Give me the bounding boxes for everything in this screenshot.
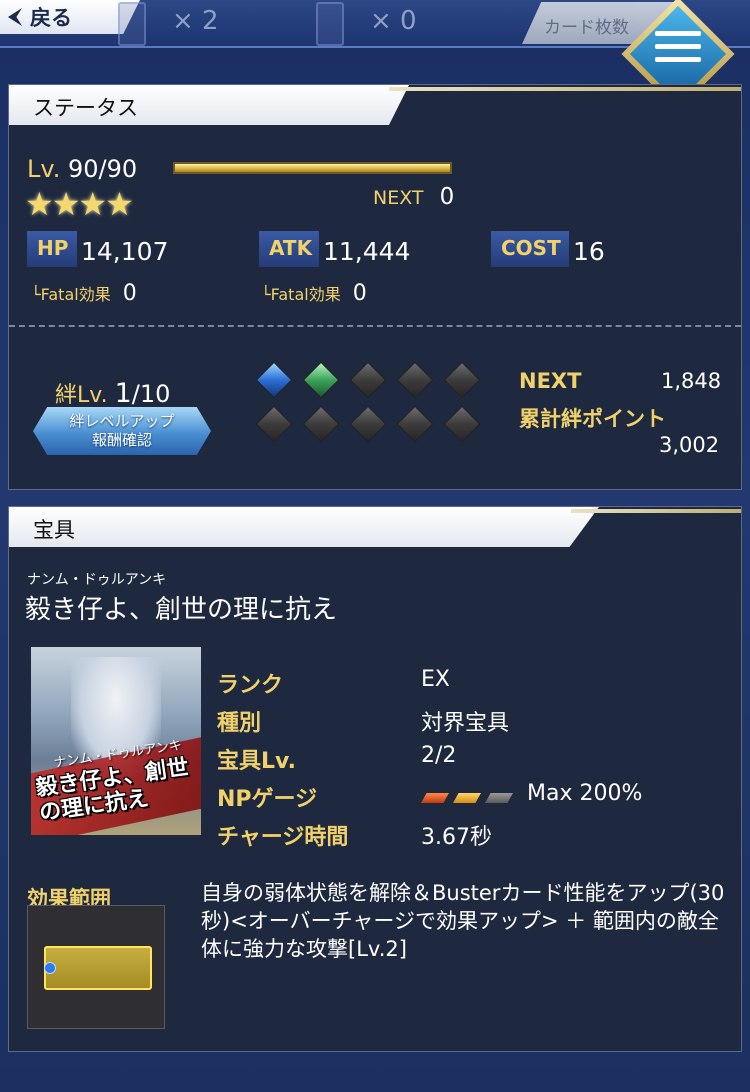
cost-label: COST (491, 231, 569, 267)
atk-value: 11,444 (323, 237, 411, 266)
bond-level: 絆Lv. 1/10 (55, 377, 170, 409)
np-ruby: ナンム・ドゥルアンキ (27, 572, 167, 588)
atk-fatal-value: 0 (352, 281, 367, 306)
atk-fatal-label: └Fatal効果 (261, 285, 341, 304)
np-level-label: 宝具Lv. (217, 749, 296, 774)
bond-gem-icon (396, 405, 434, 443)
status-panel: ステータス Lv. 90/90 ★★★★ NEXT 0 HP 14,107 └F… (8, 84, 742, 490)
next-exp: NEXT 0 (373, 184, 454, 210)
bond-next-value: 1,848 (661, 369, 722, 393)
bond-gem-icon (349, 361, 387, 399)
np-rank-label: ランク (217, 673, 284, 698)
level-label: Lv. (27, 155, 61, 183)
noble-phantasm-panel: 宝具 ナンム・ドゥルアンキ 毅き仔よ、創世の理に抗え ナンム・ドゥルアンキ 毅き… (8, 506, 742, 1052)
bond-reward-button[interactable]: 絆レベルアップ 報酬確認 (33, 407, 211, 455)
np-gauge-icon (421, 793, 517, 805)
atk-fatal: └Fatal効果 0 (261, 281, 367, 306)
bond-total-value: 3,002 (659, 433, 720, 457)
bond-gem-icon (443, 361, 481, 399)
hamburger-icon (655, 31, 701, 70)
np-description: 自身の弱体状態を解除＆Busterカード性能をアップ(30秒)<オーバーチャージ… (201, 881, 725, 961)
exp-bar (173, 162, 452, 174)
bond-level-value: 1 (114, 378, 132, 409)
np-gauge-label: NPゲージ (217, 787, 318, 812)
np-type-label: 種別 (217, 711, 262, 736)
count-right: × 0 (370, 6, 417, 36)
np-level-value: 2/2 (421, 743, 457, 768)
back-button-label: 戻る (30, 6, 72, 30)
cost-value: 16 (573, 237, 605, 266)
hp-fatal-value: 0 (122, 281, 137, 306)
next-exp-label: NEXT (373, 187, 424, 209)
level-value: 90/90 (67, 155, 138, 183)
hp-value: 14,107 (81, 237, 169, 266)
atk-label: ATK (259, 231, 319, 267)
bond-gem-icon (302, 405, 340, 443)
hp-label: HP (27, 231, 77, 267)
np-name: 毅き仔よ、創世の理に抗え (25, 595, 338, 625)
np-gauge-value: Max 200% (527, 781, 643, 806)
back-arrow-icon (8, 8, 22, 26)
bond-gem-icon (302, 361, 340, 399)
next-exp-value: 0 (439, 184, 455, 210)
bond-next-label: NEXT (519, 369, 582, 393)
bond-gem-icon (255, 361, 293, 399)
np-rank-value: EX (421, 667, 450, 692)
hp-fatal: └Fatal効果 0 (31, 281, 137, 306)
np-charge-label: チャージ時間 (217, 825, 349, 850)
np-card-image: ナンム・ドゥルアンキ 毅き仔よ、創世の理に抗え (31, 647, 201, 835)
hp-fatal-label: └Fatal効果 (31, 285, 111, 304)
noble-header: 宝具 (9, 507, 599, 547)
bond-label: 絆Lv. (55, 383, 108, 408)
bond-total-label: 累計絆ポイント (519, 407, 666, 431)
np-type-value: 対界宝具 (421, 711, 510, 736)
range-area-icon (44, 946, 152, 990)
effect-range-diagram (27, 905, 165, 1029)
bond-button-line2: 報酬確認 (91, 431, 152, 449)
np-charge-value: 3.67秒 (421, 825, 492, 850)
divider (9, 325, 741, 327)
bond-button-line1: 絆レベルアップ (69, 412, 175, 430)
bond-level-max: /10 (131, 380, 171, 408)
rarity-stars: ★★★★ (25, 185, 134, 223)
bond-gem-icon (396, 361, 434, 399)
card-icon (316, 2, 344, 46)
level-text: Lv. 90/90 (27, 155, 137, 183)
bond-gem-icon (443, 405, 481, 443)
bond-gem-icon (349, 405, 387, 443)
count-left: × 2 (172, 6, 219, 36)
range-origin-icon (44, 962, 56, 974)
card-icon (118, 2, 146, 46)
status-header: ステータス (9, 85, 409, 125)
bond-gem-icon (255, 405, 293, 443)
